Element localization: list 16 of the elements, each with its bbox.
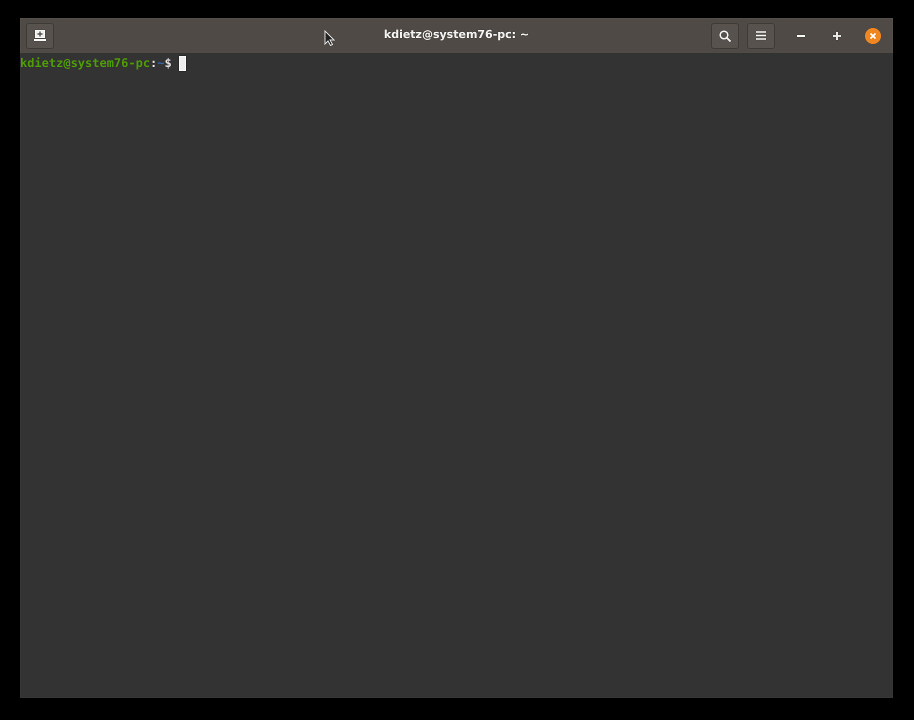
window-title: kdietz@system76-pc: ~	[384, 27, 530, 44]
prompt-symbol: $	[164, 55, 172, 71]
new-tab-icon	[34, 30, 46, 41]
search-button[interactable]	[711, 22, 739, 48]
text-cursor	[178, 56, 186, 70]
menu-icon	[756, 31, 766, 40]
mouse-pointer-icon	[324, 30, 335, 46]
search-icon	[719, 30, 731, 42]
new-tab-button[interactable]	[26, 22, 54, 48]
menu-button[interactable]	[747, 22, 775, 48]
prompt-separator: :	[150, 55, 158, 71]
close-icon	[865, 28, 881, 44]
plus-icon	[833, 32, 841, 40]
prompt-path: ~	[157, 55, 165, 71]
minimize-icon	[797, 34, 805, 36]
prompt-user-host: kdietz@system76-pc	[20, 55, 150, 71]
